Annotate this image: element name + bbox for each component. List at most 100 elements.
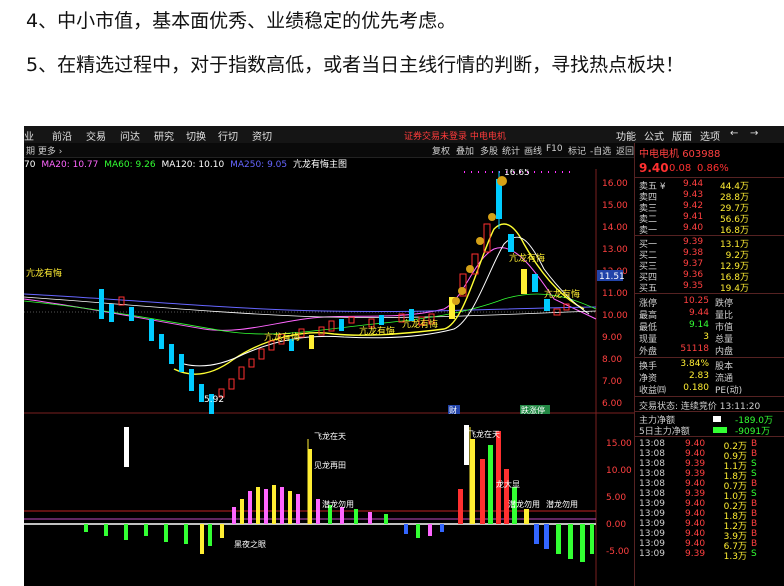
stock-change: 0.08: [669, 163, 692, 174]
tick-row: 13:09 9.40 1.2万 B: [639, 519, 758, 532]
ask-row[interactable]: 卖五 ¥9.44 44.4万: [635, 179, 784, 192]
ma-legend: 70 MA20: 10.77 MA60: 9.26 MA120: 10.10 M…: [24, 157, 350, 170]
stock-name[interactable]: 中电电机 603988: [639, 145, 720, 160]
back-arrow-icon[interactable]: ←: [730, 128, 738, 139]
login-warning: 证券交易未登录 中电电机: [404, 132, 506, 142]
tool-draw-button[interactable]: 画线: [524, 144, 542, 157]
sub-y-tick: 10.00: [606, 466, 632, 476]
bid-row[interactable]: 买五 9.35 19.4万: [635, 281, 784, 294]
sub-annotation: 黑夜之眼: [234, 539, 266, 549]
candles: [99, 171, 570, 414]
annotation-label: 亢龙有悔: [402, 318, 438, 330]
tick-row: 13:08 9.39 1.1万 S: [639, 459, 757, 472]
menu-item[interactable]: 资切: [252, 128, 272, 143]
stock-change-pct: 0.86%: [697, 163, 729, 174]
ask-row[interactable]: 卖四 9.43 28.8万: [635, 190, 784, 203]
divider: [635, 396, 784, 397]
menu-bar: 业 前沿 交易 问达 研究 切换 行切 资切 证券交易未登录 中电电机 功能 公…: [24, 126, 784, 143]
menu-layout[interactable]: 版面: [672, 128, 692, 143]
y-tick: 10.00: [602, 311, 628, 321]
menu-formula[interactable]: 公式: [644, 128, 664, 143]
divider: [635, 436, 784, 437]
tool-multi-button[interactable]: 多股: [480, 144, 498, 157]
forward-arrow-icon[interactable]: →: [750, 128, 758, 139]
tool-fuquan-button[interactable]: 复权: [432, 144, 450, 157]
bid-row[interactable]: 买四 9.36 16.8万: [635, 270, 784, 283]
y-tick: 8.00: [602, 355, 622, 365]
ask-row[interactable]: 卖一 9.40 16.8万: [635, 223, 784, 236]
ask-row[interactable]: 卖三 9.42 29.7万: [635, 201, 784, 214]
bid-row[interactable]: 买一 9.39 13.1万: [635, 237, 784, 250]
sub-annotation: 龙大显: [496, 479, 520, 489]
stat-row: 涨停 10.25 跌停: [639, 296, 734, 309]
money-bag-icon: [476, 237, 484, 245]
annotation-label: 亢龙有悔: [26, 267, 62, 279]
bid-row[interactable]: 买三 9.37 12.9万: [635, 259, 784, 272]
stat-row: 最高 9.44 量比: [639, 308, 734, 321]
tick-row: 13:08 9.40 0.2万 B: [639, 439, 758, 452]
money-bag-icon: [488, 213, 496, 221]
tick-row: 13:09 9.40 0.2万 B: [639, 499, 758, 512]
article-line-5: 5、在精选过程中，对于指数高低，或者当日主线行情的判断，寻找热点板块！: [26, 54, 685, 76]
histogram: [84, 425, 594, 562]
annotation-label: 亢龙有悔: [544, 288, 580, 300]
ma5-line: [173, 223, 585, 375]
tool-mark-button[interactable]: 标记: [568, 144, 586, 157]
y-tick: 11.00: [602, 289, 628, 299]
y-tick: 14.00: [602, 223, 628, 233]
tick-row: 13:08 9.39 1.8万 S: [639, 469, 757, 482]
y-tick: 13.00: [602, 245, 628, 255]
menu-item[interactable]: 研究: [154, 128, 174, 143]
quote-panel: 中电电机 603988 9.40 0.08 0.86% 卖五 ¥9.44 44.4…: [634, 143, 784, 586]
money-bag-icon: [458, 287, 466, 295]
low-label: 5.92: [204, 395, 224, 405]
period-selector[interactable]: 期 更多 ›: [26, 144, 62, 157]
tick-row: 13:09 9.40 1.8万 B: [639, 509, 758, 522]
tool-return-button[interactable]: 返回: [616, 144, 634, 157]
high-label: 16.65: [504, 169, 530, 178]
tool-watchlist-button[interactable]: -自选: [590, 144, 611, 157]
sub-annotation: 飞龙在天: [314, 431, 346, 441]
flow-row: 5日主力净额 -9091万: [639, 427, 771, 437]
stat-row: 现量 3 总量: [639, 332, 734, 345]
menu-item[interactable]: 行切: [218, 128, 238, 143]
menu-options[interactable]: 选项: [700, 128, 720, 143]
stock-price: 9.40: [639, 161, 669, 175]
article-line-4: 4、中小市值，基本面优秀、业绩稳定的优先考虑。: [26, 10, 457, 32]
ask-row[interactable]: 卖二 9.41 56.6万: [635, 212, 784, 225]
tool-f10-button[interactable]: F10: [546, 144, 563, 154]
menu-item[interactable]: 前沿: [52, 128, 72, 143]
tick-row: 13:08 9.40 0.7万 B: [639, 479, 758, 492]
flow-bar: [713, 427, 727, 433]
y-tick: 6.00: [602, 399, 622, 409]
sub-annotation: 潜龙勿用: [546, 499, 578, 509]
annotation-label: 亢龙有悔: [359, 325, 395, 337]
divider: [635, 293, 784, 294]
menu-item[interactable]: 切换: [186, 128, 206, 143]
menu-item[interactable]: 问达: [120, 128, 140, 143]
sub-y-tick: -5.00: [606, 547, 630, 557]
annotation-label: 亢龙有悔: [509, 252, 545, 264]
menu-function[interactable]: 功能: [616, 128, 636, 143]
sub-annotation: 潜龙勿用: [508, 499, 540, 509]
divider: [635, 177, 784, 178]
kline-chart[interactable]: 16.00 15.00 14.00 13.00 12.00 11.00 10.0…: [24, 169, 634, 586]
bid-row[interactable]: 买二 9.38 9.2万: [635, 248, 784, 261]
stat-row: 换手 3.84% 股本: [639, 359, 734, 372]
tick-row: 13:08 9.39 1.0万 S: [639, 489, 757, 502]
chart-toolbar: 期 更多 › 复权 叠加 多股 统计 画线 F10 标记 -自选 返回: [24, 143, 634, 158]
sub-annotation: 飞龙在天: [468, 429, 500, 439]
tool-stats-button[interactable]: 统计: [502, 144, 520, 157]
menu-item[interactable]: 业: [24, 128, 34, 143]
current-price-tag-text: 11.51: [599, 272, 625, 282]
y-tick: 9.00: [602, 333, 622, 343]
tick-row: 13:08 9.40 0.9万 B: [639, 449, 758, 462]
menu-item[interactable]: 交易: [86, 128, 106, 143]
tool-overlay-button[interactable]: 叠加: [456, 144, 474, 157]
divider: [635, 357, 784, 358]
stat-row: 净资 2.83 流通: [639, 371, 734, 384]
tick-row: 13:09 9.39 1.3万 S: [639, 549, 757, 562]
money-bag-icon: [466, 265, 474, 273]
sub-annotation: 见龙再田: [314, 460, 346, 470]
sub-y-tick: 5.00: [606, 493, 626, 503]
